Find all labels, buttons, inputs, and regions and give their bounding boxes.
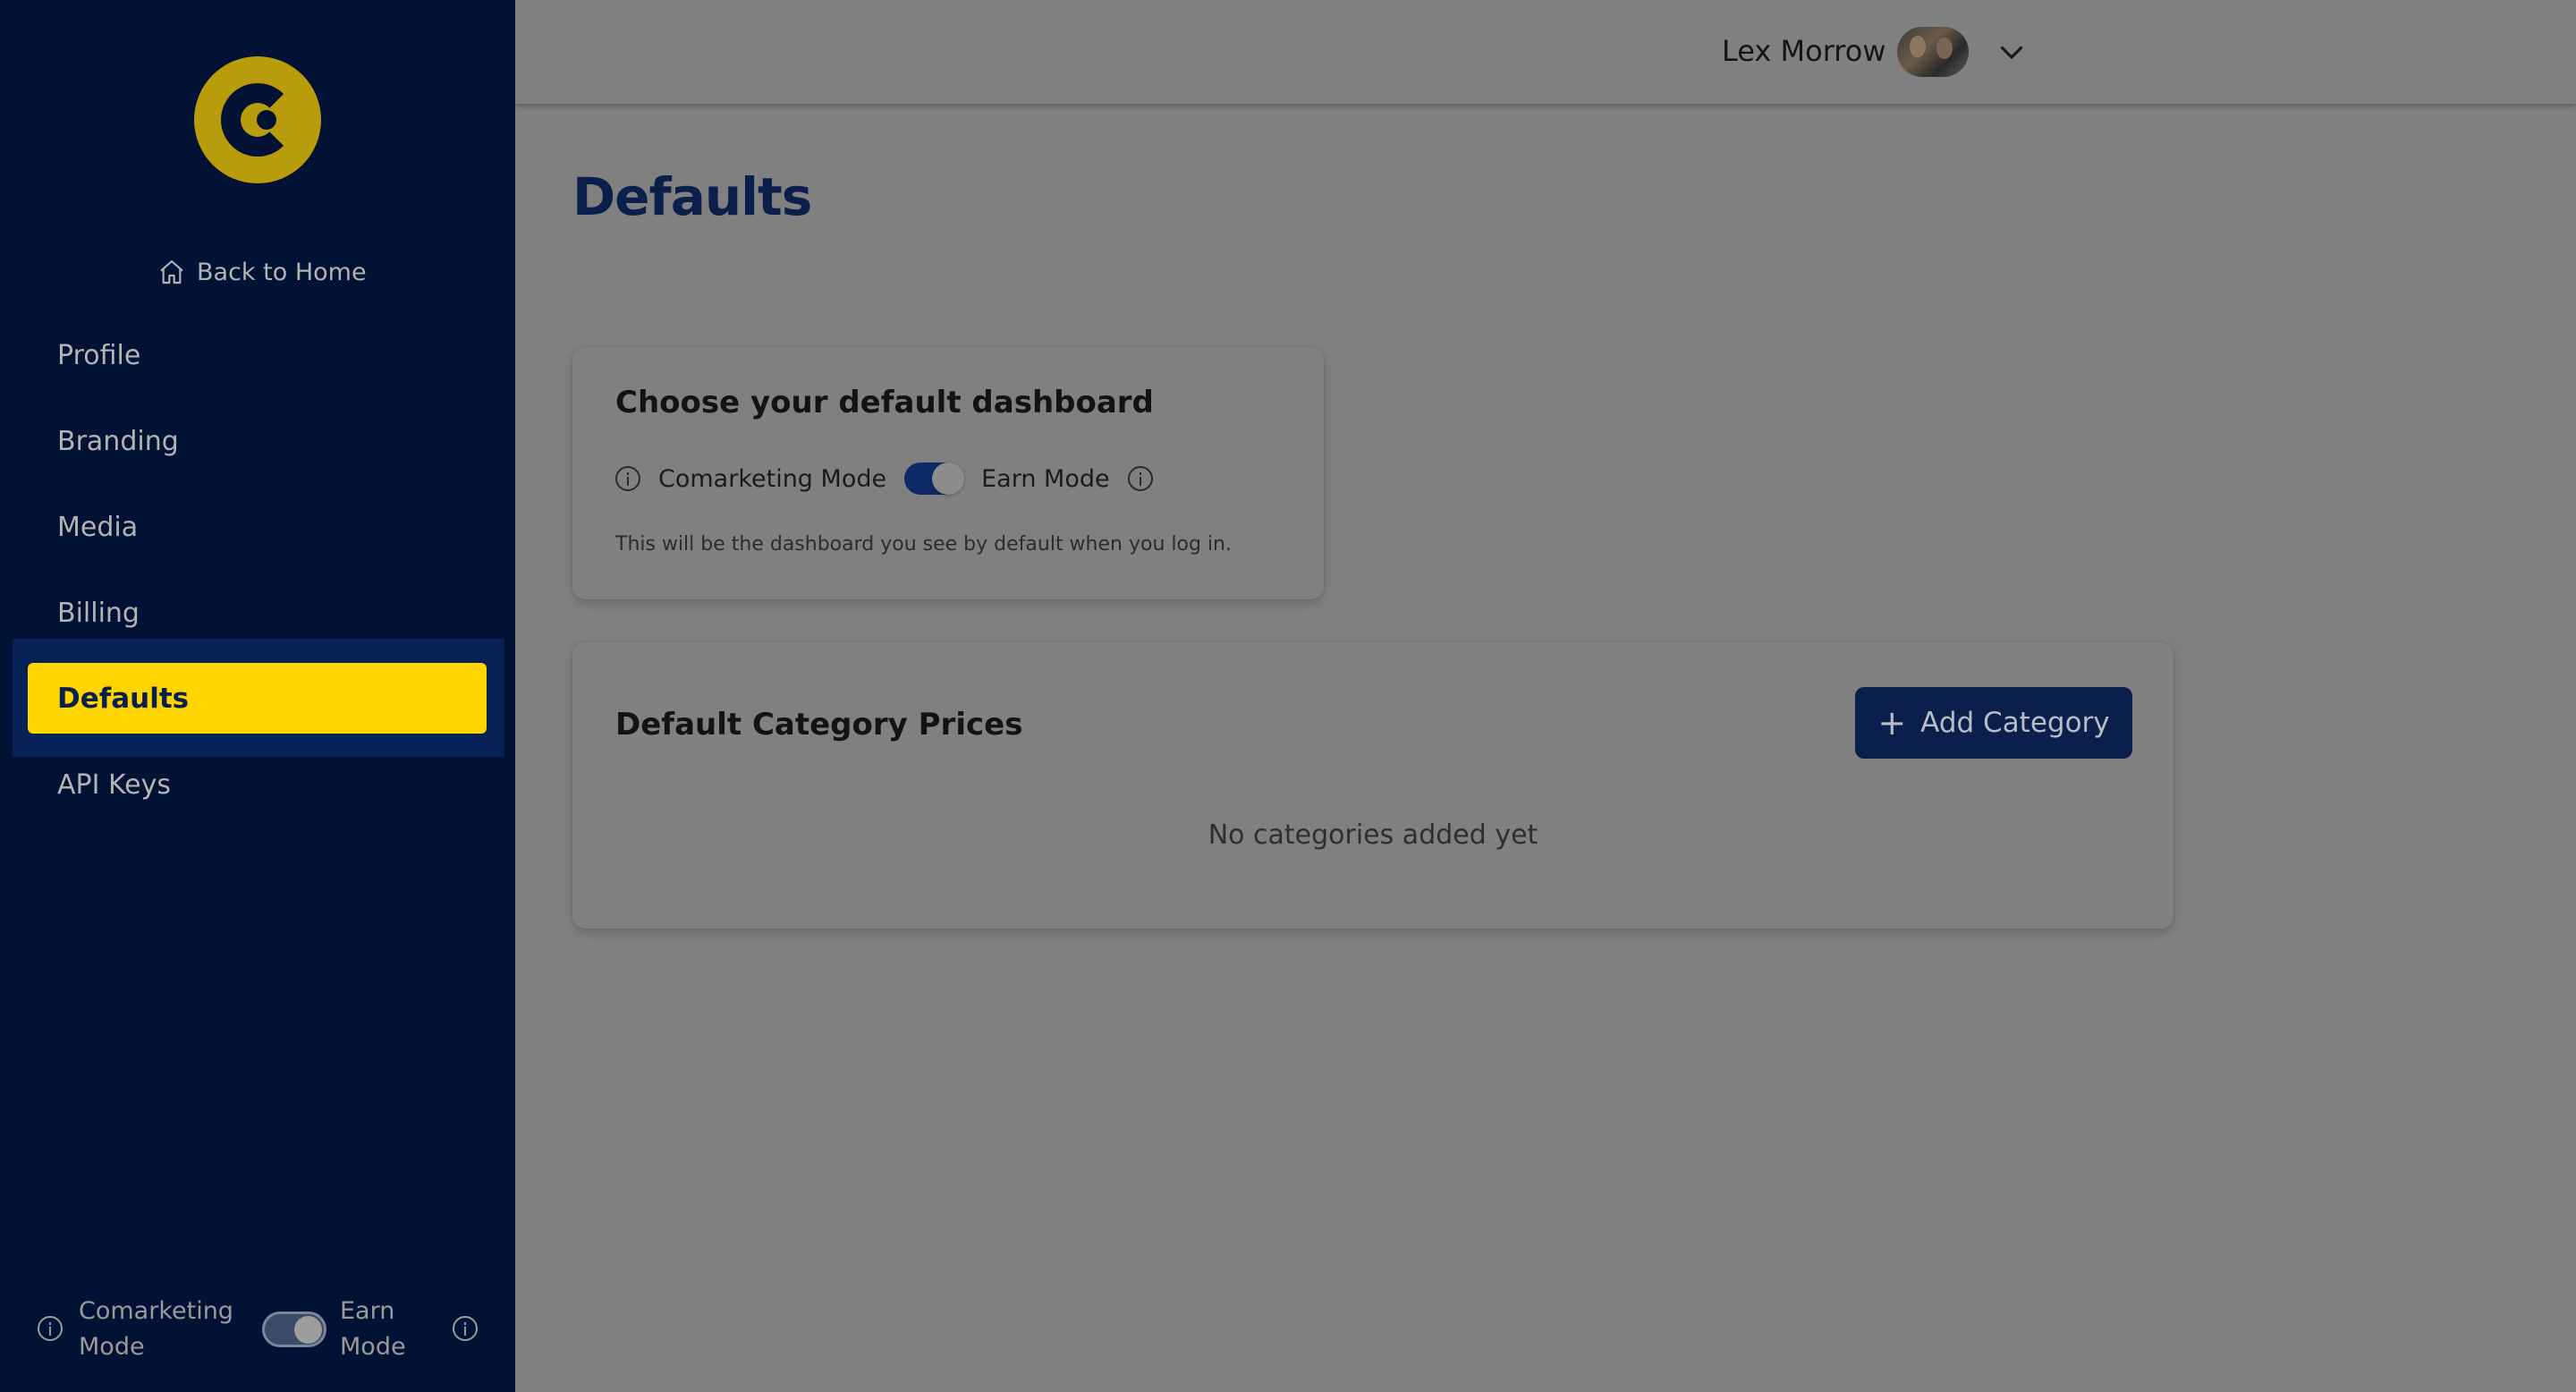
back-to-home-link[interactable]: Back to Home xyxy=(157,254,367,290)
empty-categories-message: No categories added yet xyxy=(1208,819,1538,851)
category-prices-card: Default Category Prices + Add Category N… xyxy=(572,642,2174,929)
comarketing-info-icon[interactable] xyxy=(615,466,640,491)
dashboard-mode-row: Comarketing Mode Earn Mode xyxy=(615,461,1171,497)
sidebar-item-profile[interactable]: Profile xyxy=(57,337,140,373)
default-dashboard-title: Choose your default dashboard xyxy=(615,385,1154,420)
dashboard-mode-toggle[interactable] xyxy=(904,463,965,495)
category-prices-title: Default Category Prices xyxy=(615,707,1023,743)
earn-info-icon[interactable] xyxy=(453,1316,478,1341)
logo[interactable] xyxy=(194,56,321,183)
user-name[interactable]: Lex Morrow xyxy=(1722,34,1885,68)
sidebar: Back to Home Profile Branding Media Bill… xyxy=(0,0,515,1392)
earn-info-icon[interactable] xyxy=(1127,466,1153,491)
comarketing-info-icon[interactable] xyxy=(38,1316,63,1341)
sidebar-mode-toggle[interactable] xyxy=(262,1311,326,1347)
page-title: Defaults xyxy=(572,166,812,227)
earn-mode-label: Earn Mode xyxy=(981,464,1110,493)
logo-dot xyxy=(257,110,276,130)
home-icon xyxy=(160,259,183,284)
back-to-home-label: Back to Home xyxy=(197,258,367,286)
add-category-label: Add Category xyxy=(1920,707,2110,739)
chevron-down-icon[interactable] xyxy=(1996,36,2028,68)
avatar[interactable] xyxy=(1897,27,1969,77)
toggle-knob xyxy=(294,1316,322,1344)
sidebar-item-media[interactable]: Media xyxy=(57,509,138,545)
default-dashboard-hint: This will be the dashboard you see by de… xyxy=(615,533,1232,556)
sidebar-item-api-keys[interactable]: API Keys xyxy=(57,767,171,802)
sidebar-comarketing-label: Comarketing Mode xyxy=(79,1297,233,1361)
sidebar-item-defaults[interactable]: Defaults xyxy=(28,663,487,734)
top-header xyxy=(515,0,2576,104)
sidebar-item-billing[interactable]: Billing xyxy=(57,595,140,631)
sidebar-mode-switch: Comarketing Mode Earn Mode xyxy=(0,1288,515,1369)
plus-icon: + xyxy=(1877,703,1907,743)
add-category-button[interactable]: + Add Category xyxy=(1855,687,2132,759)
default-dashboard-card: Choose your default dashboard Comarketin… xyxy=(572,347,1324,599)
comarketing-mode-label: Comarketing Mode xyxy=(658,464,887,493)
toggle-knob xyxy=(932,463,965,495)
sidebar-item-branding[interactable]: Branding xyxy=(57,423,179,459)
sidebar-earn-label: Earn Mode xyxy=(340,1297,406,1361)
